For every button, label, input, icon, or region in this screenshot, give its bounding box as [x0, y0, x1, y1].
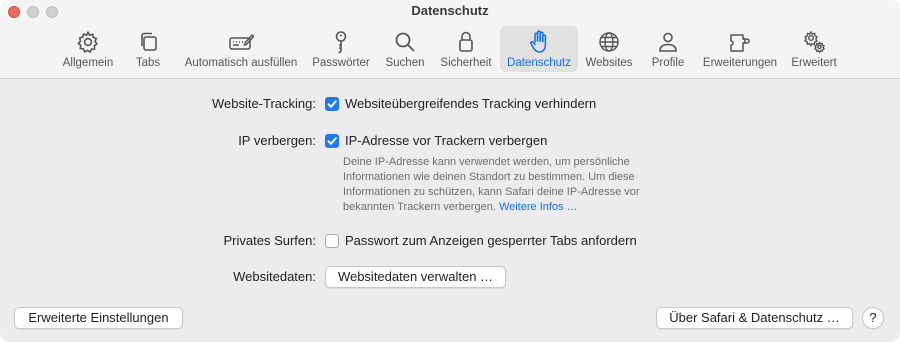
hide-ip-label: IP verbergen: — [238, 133, 316, 148]
magnifier-icon — [395, 32, 415, 52]
preferences-toolbar: Allgemein Tabs Automatisch ausfüllen Pas… — [0, 26, 900, 72]
tab-datenschutz[interactable]: Datenschutz — [500, 26, 578, 72]
titlebar: Datenschutz Allgemein Tabs Automatisch a… — [0, 0, 900, 79]
gears-icon — [804, 30, 825, 54]
hide-ip-checkbox[interactable] — [325, 134, 339, 148]
prevent-tracking-checkbox[interactable] — [325, 97, 339, 111]
autofill-icon — [229, 33, 254, 50]
globe-icon — [599, 32, 619, 52]
hide-ip-description: Deine IP-Adresse kann verwendet werden, … — [343, 155, 673, 215]
tab-sicherheit[interactable]: Sicherheit — [436, 26, 496, 72]
tab-label: Profile — [651, 57, 685, 69]
tab-label: Datenschutz — [507, 57, 571, 69]
tab-automatisch-ausfuellen[interactable]: Automatisch ausfüllen — [178, 26, 304, 72]
hide-ip-option[interactable]: IP-Adresse vor Trackern verbergen — [345, 133, 547, 148]
person-icon — [659, 32, 677, 52]
require-password-option[interactable]: Passwort zum Anzeigen gesperrter Tabs an… — [345, 233, 637, 248]
tab-label: Tabs — [135, 57, 161, 69]
prevent-tracking-option[interactable]: Websiteübergreifendes Tracking verhinder… — [345, 96, 596, 111]
about-safari-privacy-button[interactable]: Über Safari & Datenschutz … — [656, 307, 853, 329]
tab-erweiterungen[interactable]: Erweiterungen — [698, 26, 782, 72]
window-title: Datenschutz — [411, 3, 489, 18]
description-line: Deine IP-Adresse kann verwendet werden, … — [343, 156, 630, 168]
tab-label: Websites — [585, 57, 633, 69]
tabs-icon — [141, 32, 157, 51]
description-line: Informationen wie deinen Standort zu bes… — [343, 171, 635, 183]
tab-label: Erweitert — [791, 57, 837, 69]
checkmark-icon — [327, 137, 337, 145]
tab-label: Erweiterungen — [702, 57, 778, 69]
preferences-window: Datenschutz Allgemein Tabs Automatisch a… — [0, 0, 900, 342]
tab-label: Sicherheit — [440, 57, 492, 69]
tab-tabs[interactable]: Tabs — [128, 26, 168, 72]
tab-erweitert[interactable]: Erweitert — [786, 26, 842, 72]
tab-label: Passwörter — [312, 57, 370, 69]
help-button[interactable]: ? — [862, 307, 884, 329]
website-data-label: Websitedaten: — [233, 269, 316, 284]
puzzle-icon — [730, 34, 750, 52]
more-info-link[interactable]: Weitere Infos … — [499, 201, 578, 213]
description-line: Informationen zu schützen, kann Safari d… — [343, 186, 640, 198]
key-icon — [335, 31, 347, 54]
datenschutz-pane: Website-Tracking: Websiteübergreifendes … — [0, 79, 900, 342]
tab-passwoerter[interactable]: Passwörter — [308, 26, 374, 72]
checkmark-icon — [327, 100, 337, 108]
tab-label: Suchen — [385, 57, 425, 69]
tab-profile[interactable]: Profile — [646, 26, 690, 72]
hand-icon — [530, 30, 547, 53]
tab-label: Automatisch ausfüllen — [184, 57, 298, 69]
website-tracking-label: Website-Tracking: — [211, 96, 316, 111]
require-password-checkbox[interactable] — [325, 234, 339, 248]
tab-label: Allgemein — [62, 57, 114, 69]
advanced-settings-button[interactable]: Erweiterte Einstellungen — [14, 307, 183, 329]
tab-suchen[interactable]: Suchen — [382, 26, 428, 72]
private-browsing-label: Privates Surfen: — [223, 233, 317, 248]
tab-allgemein[interactable]: Allgemein — [56, 26, 120, 72]
gear-icon — [77, 30, 99, 54]
manage-website-data-button[interactable]: Websitedaten verwalten … — [325, 266, 506, 288]
tab-websites[interactable]: Websites — [582, 26, 636, 72]
description-line: bekannten Trackern verbergen. — [343, 201, 496, 213]
lock-icon — [459, 31, 473, 52]
